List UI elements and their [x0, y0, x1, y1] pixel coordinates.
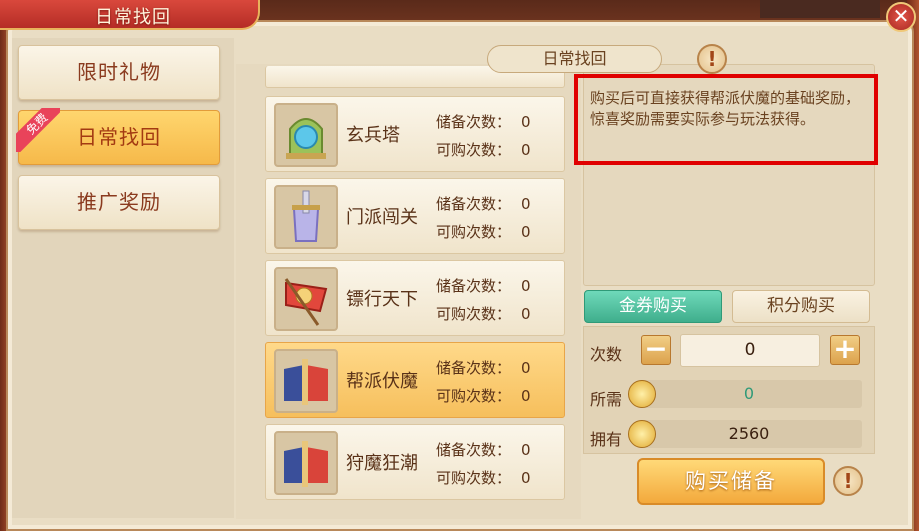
stored-count: 储备次数： 0: [436, 359, 531, 377]
coin-ticket-icon: [628, 420, 656, 448]
flags-icon: [274, 349, 338, 413]
info-icon[interactable]: !: [833, 466, 863, 496]
cost-value: 0: [636, 380, 862, 408]
owned-label: 拥有: [590, 430, 623, 449]
flags-icon: [274, 431, 338, 495]
detail-header: 日常找回: [487, 45, 662, 73]
quantity-label: 次数: [590, 345, 623, 364]
buyable-count: 可购次数： 0: [436, 141, 531, 159]
owned-value: 2560: [636, 420, 862, 448]
activity-name: 帮派伏魔: [346, 371, 418, 392]
cost-label: 所需: [590, 390, 623, 409]
free-badge: 免费: [16, 108, 60, 152]
description-text: 购买后可直接获得帮派伏魔的基础奖励，惊喜奖励需要实际参与玩法获得。: [574, 74, 878, 165]
buyable-count: 可购次数： 0: [436, 223, 531, 241]
buyable-count: 可购次数： 0: [436, 469, 531, 487]
activity-name: 狩魔狂潮: [346, 453, 418, 474]
activity-name: 门派闯关: [346, 207, 418, 228]
tab-promotion-reward[interactable]: 推广奖励: [18, 175, 220, 230]
info-icon[interactable]: !: [697, 44, 727, 74]
quantity-field[interactable]: 0: [680, 334, 820, 367]
tab-limited-gift[interactable]: 限时礼物: [18, 45, 220, 100]
list-item-biaoxingtianxia[interactable]: 镖行天下 储备次数： 0 可购次数： 0: [265, 260, 565, 336]
list-item-bangpaifumo[interactable]: 帮派伏魔 储备次数： 0 可购次数： 0: [265, 342, 565, 418]
sword-icon: [274, 185, 338, 249]
stored-count: 储备次数： 0: [436, 441, 531, 459]
banner-icon: [274, 267, 338, 331]
stored-count: 储备次数： 0: [436, 277, 531, 295]
list-item-xuanbingta[interactable]: 玄兵塔 储备次数： 0 可购次数： 0: [265, 96, 565, 172]
title-bar: 日常找回: [0, 0, 260, 30]
window-title: 日常找回: [95, 7, 171, 28]
minus-button[interactable]: −: [641, 335, 671, 365]
tab-gold-purchase[interactable]: 金券购买: [584, 290, 722, 323]
tower-icon: [274, 103, 338, 167]
coin-ticket-icon: [628, 380, 656, 408]
tab-points-purchase[interactable]: 积分购买: [732, 290, 870, 323]
list-item-shoumokuangchao[interactable]: 狩魔狂潮 储备次数： 0 可购次数： 0: [265, 424, 565, 500]
top-right-background: [760, 0, 880, 18]
buyable-count: 可购次数： 0: [436, 387, 531, 405]
activity-name: 镖行天下: [346, 289, 418, 310]
stored-count: 储备次数： 0: [436, 195, 531, 213]
buyable-count: 可购次数： 0: [436, 305, 531, 323]
close-button[interactable]: ✕: [886, 2, 916, 32]
plus-button[interactable]: +: [830, 335, 860, 365]
stored-count: 储备次数： 0: [436, 113, 531, 131]
buy-reserve-button[interactable]: 购买储备: [637, 458, 825, 505]
free-badge-label: 免费: [16, 108, 60, 152]
list-item-menpaichuangguan[interactable]: 门派闯关 储备次数： 0 可购次数： 0: [265, 178, 565, 254]
activity-name: 玄兵塔: [346, 125, 400, 146]
